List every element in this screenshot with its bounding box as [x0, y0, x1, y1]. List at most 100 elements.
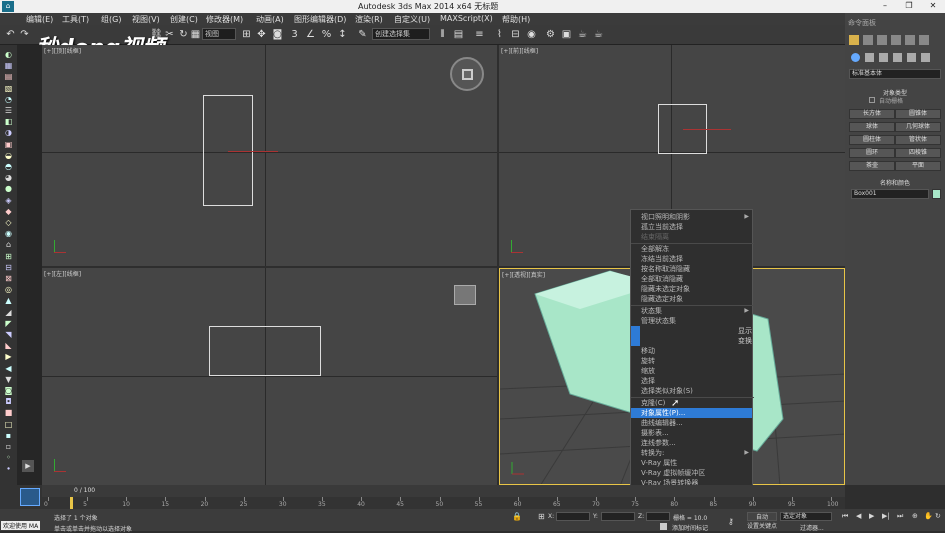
- goto-end-icon[interactable]: ⏭: [897, 512, 903, 521]
- context-menu-item-5[interactable]: 冻结当前选择: [641, 254, 683, 264]
- align-icon[interactable]: ▤: [453, 29, 464, 40]
- primitive-button-9[interactable]: 平面: [895, 161, 941, 171]
- context-menu-item-18[interactable]: 选择: [641, 376, 655, 386]
- left-tool-icon-22[interactable]: ▲: [3, 296, 14, 306]
- left-tool-icon-23[interactable]: ◢: [3, 308, 14, 318]
- curve-editor-icon[interactable]: ⌇: [494, 29, 505, 40]
- menu-item-4[interactable]: 创建(C): [170, 14, 198, 25]
- context-menu-item-8[interactable]: 隐藏未选定对象: [641, 284, 690, 294]
- viewport-left-label[interactable]: [+][左][线框]: [44, 269, 81, 278]
- schematic-icon[interactable]: ⊟: [510, 29, 521, 40]
- menu-item-7[interactable]: 图形编辑器(D): [294, 14, 346, 25]
- left-tool-icon-18[interactable]: ⊞: [3, 252, 14, 262]
- left-tool-icon-6[interactable]: ◧: [3, 117, 14, 127]
- context-menu-item-0[interactable]: 视口照明和阴影: [641, 212, 690, 222]
- category-dropdown[interactable]: 标准基本体: [849, 69, 941, 79]
- snap-3d-icon[interactable]: 3: [289, 29, 300, 40]
- context-menu-item-15[interactable]: 移动: [641, 346, 655, 356]
- left-tool-icon-21[interactable]: ◎: [3, 285, 14, 295]
- primitive-button-1[interactable]: 圆锥体: [895, 109, 941, 119]
- left-tool-icon-1[interactable]: ▦: [3, 61, 14, 71]
- track-ruler[interactable]: 0 5 10 15 20 25 30 35 40 45 50 55 60 65 70 75 80 85 90 95 10…: [42, 497, 845, 509]
- next-frame-icon[interactable]: ▶|: [882, 512, 890, 520]
- viewport-top[interactable]: [+][顶][线框]: [42, 45, 497, 266]
- auto-key-button[interactable]: 自动: [747, 512, 777, 521]
- left-tool-icon-13[interactable]: ◈: [3, 196, 14, 206]
- cameras-category-icon[interactable]: [893, 53, 902, 62]
- rotate-icon[interactable]: ↻: [178, 29, 189, 40]
- render-frame-icon[interactable]: ▣: [561, 29, 572, 40]
- context-menu-item-4[interactable]: 全部解冻: [641, 244, 669, 254]
- primitive-button-2[interactable]: 球体: [849, 122, 895, 132]
- context-menu-item-22[interactable]: 对象属性(P)...: [631, 408, 752, 418]
- menu-item-9[interactable]: 自定义(U): [394, 14, 430, 25]
- left-tool-icon-26[interactable]: ◣: [3, 341, 14, 351]
- left-tool-icon-5[interactable]: ☰: [3, 106, 14, 116]
- menu-item-3[interactable]: 视图(V): [132, 14, 160, 25]
- context-menu-item-17[interactable]: 缩放: [641, 366, 655, 376]
- lock-icon[interactable]: 🔒: [512, 512, 522, 521]
- context-menu-item-9[interactable]: 隐藏选定对象: [641, 294, 683, 304]
- left-tool-icon-9[interactable]: ◒: [3, 151, 14, 161]
- render-setup-icon[interactable]: ⚙: [545, 29, 556, 40]
- redo-icon[interactable]: ↷: [19, 29, 30, 40]
- time-slider[interactable]: 0 / 100: [42, 485, 845, 497]
- lights-category-icon[interactable]: [879, 53, 888, 62]
- percent-snap-icon[interactable]: %: [321, 29, 332, 40]
- left-tool-icon-36[interactable]: ◦: [3, 453, 14, 463]
- left-tool-icon-10[interactable]: ◓: [3, 162, 14, 172]
- close-icon[interactable]: ✕: [926, 0, 940, 13]
- prev-frame-icon[interactable]: ◀: [856, 512, 861, 520]
- context-menu-item-21[interactable]: 克隆(C): [641, 398, 665, 408]
- context-menu-item-11[interactable]: 状态集: [641, 306, 662, 316]
- left-tool-icon-29[interactable]: ▼: [3, 375, 14, 385]
- key-mode-dropdown[interactable]: 选定对象: [780, 512, 832, 521]
- viewport-top-label[interactable]: [+][顶][线框]: [44, 46, 81, 55]
- timeline-key-marker[interactable]: [70, 497, 73, 509]
- orbit-icon[interactable]: ↻: [935, 512, 941, 520]
- edit-named-sel-icon[interactable]: ✎: [357, 29, 368, 40]
- left-tool-icon-7[interactable]: ◑: [3, 128, 14, 138]
- modify-tab-icon[interactable]: [863, 35, 873, 45]
- autogrid-checkbox[interactable]: [869, 97, 875, 103]
- play-preview-icon[interactable]: ▶: [22, 460, 34, 472]
- viewport-front-label[interactable]: [+][前][线框]: [501, 46, 538, 55]
- render-icon[interactable]: ☕: [577, 29, 588, 40]
- left-tool-icon-24[interactable]: ◤: [3, 319, 14, 329]
- left-tool-icon-3[interactable]: ▧: [3, 84, 14, 94]
- mini-curve-editor-icon[interactable]: [20, 488, 40, 506]
- unlink-icon[interactable]: ✂: [164, 29, 175, 40]
- material-editor-icon[interactable]: ◉: [526, 29, 537, 40]
- context-menu-item-2[interactable]: 结束隔离: [641, 232, 669, 242]
- left-tool-icon-12[interactable]: ●: [3, 184, 14, 194]
- context-menu-item-23[interactable]: 曲线编辑器...: [641, 418, 683, 428]
- mirror-icon[interactable]: ⫴: [437, 29, 448, 40]
- context-menu-item-26[interactable]: 转换为:: [641, 448, 664, 458]
- snap-icon[interactable]: ◙: [272, 29, 283, 40]
- app-logo-icon[interactable]: ⌂: [2, 1, 14, 12]
- context-menu-item-24[interactable]: 摄影表...: [641, 428, 669, 438]
- left-tool-icon-17[interactable]: ⌂: [3, 240, 14, 250]
- menu-item-10[interactable]: MAXScript(X): [440, 14, 493, 23]
- menu-item-2[interactable]: 组(G): [101, 14, 121, 25]
- viewport-left[interactable]: [+][左][线框]: [42, 268, 497, 485]
- context-menu-item-6[interactable]: 按名称取消隐藏: [641, 264, 690, 274]
- left-tool-icon-19[interactable]: ⊟: [3, 263, 14, 273]
- pivot-icon[interactable]: ⊞: [241, 29, 252, 40]
- left-tool-icon-32[interactable]: ■: [3, 408, 14, 418]
- context-menu-item-27[interactable]: V-Ray 属性: [641, 458, 677, 468]
- left-tool-icon-35[interactable]: ▫: [3, 442, 14, 452]
- quad-label-14[interactable]: 变换: [631, 336, 754, 346]
- primitive-button-4[interactable]: 圆柱体: [849, 135, 895, 145]
- menu-item-0[interactable]: 编辑(E): [26, 14, 53, 25]
- key-icon[interactable]: ⚷: [728, 517, 734, 526]
- primitive-button-5[interactable]: 管状体: [895, 135, 941, 145]
- render-production-icon[interactable]: ☕: [593, 29, 604, 40]
- viewcube-icon[interactable]: [450, 57, 484, 91]
- context-menu-item-1[interactable]: 孤立当前选择: [641, 222, 683, 232]
- undo-icon[interactable]: ↶: [5, 29, 16, 40]
- motion-tab-icon[interactable]: [891, 35, 901, 45]
- goto-start-icon[interactable]: ⏮: [842, 512, 848, 521]
- viewcube-icon[interactable]: [454, 285, 476, 305]
- angle-snap-icon[interactable]: ∠: [305, 29, 316, 40]
